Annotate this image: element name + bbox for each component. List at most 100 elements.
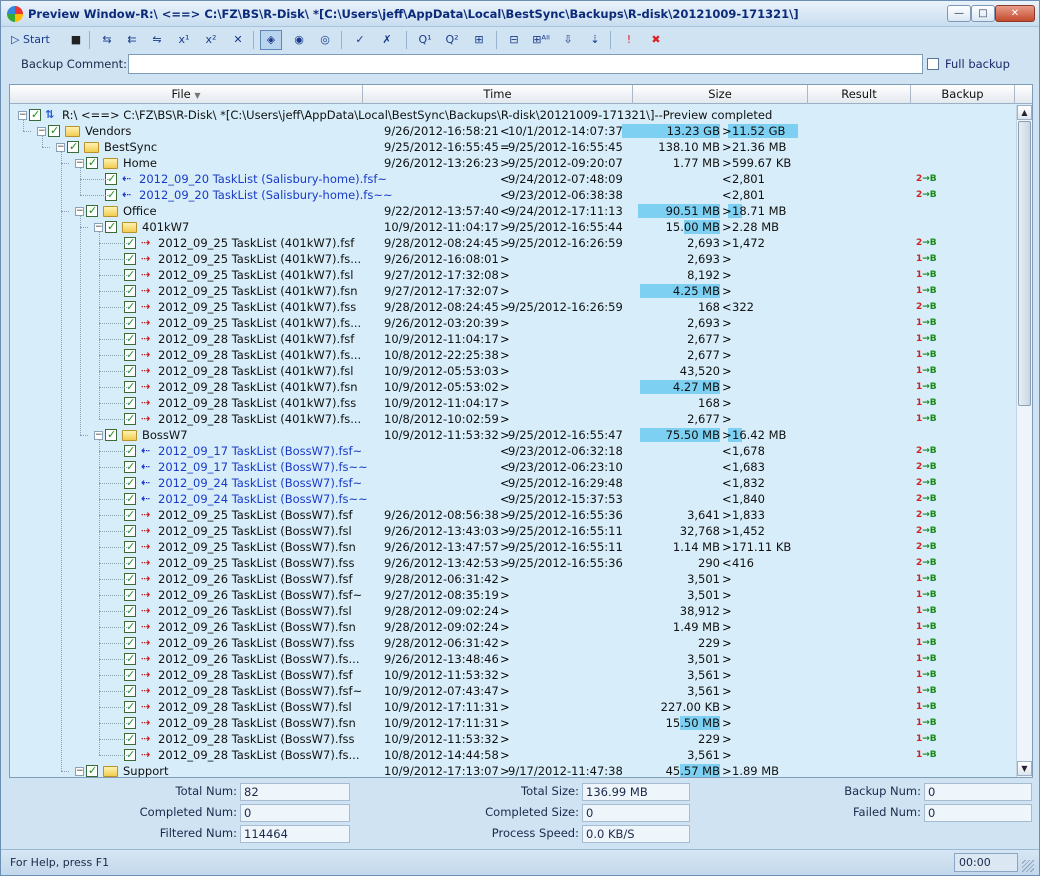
tree-file-row[interactable]: ⇢ 2012_09_28 TaskList (BossW7).fsf~ 10/9/2…	[10, 683, 1017, 699]
goto-down-button[interactable]: ⇩	[557, 30, 579, 50]
tree-file-row[interactable]: ⇢ 2012_09_25 TaskList (401kW7).fsf 9/28/20…	[10, 235, 1017, 251]
check-button[interactable]: ✓	[349, 30, 371, 50]
tree-file-row[interactable]: ⇢ 2012_09_25 TaskList (BossW7).fsl 9/26/20…	[10, 523, 1017, 539]
tree-file-row[interactable]: ⇢ 2012_09_28 TaskList (401kW7).fsl 10/9/20…	[10, 363, 1017, 379]
tree-file-row[interactable]: ⇢ 2012_09_25 TaskList (401kW7).fss 9/28/20…	[10, 299, 1017, 315]
tree-file-row[interactable]: ⇢ 2012_09_26 TaskList (BossW7).fsn 9/28/20…	[10, 619, 1017, 635]
collapse-toggle-icon[interactable]: −	[75, 207, 84, 216]
collapse-toggle-icon[interactable]: −	[75, 159, 84, 168]
tree-file-row[interactable]: ⇠ 2012_09_20 TaskList (Salisbury-home).fs…	[10, 187, 1017, 203]
copy-right-button[interactable]: ⇇	[121, 30, 143, 50]
tree-file-row[interactable]: ⇢ 2012_09_26 TaskList (BossW7).fsl 9/28/20…	[10, 603, 1017, 619]
minimize-button[interactable]: —	[947, 5, 971, 22]
column-file[interactable]: File ▼	[10, 85, 363, 104]
q1-button[interactable]: Q¹	[414, 30, 436, 50]
tree-file-row[interactable]: ⇠ 2012_09_17 TaskList (BossW7).fs~~ <9/23/…	[10, 459, 1017, 475]
row-checkbox[interactable]	[86, 155, 98, 171]
stop-button[interactable]: ■	[65, 30, 87, 50]
tree-file-row[interactable]: ⇠ 2012_09_24 TaskList (BossW7).fsf~ <9/25/…	[10, 475, 1017, 491]
row-checkbox[interactable]	[105, 427, 117, 443]
tree-file-row[interactable]: ⇢ 2012_09_25 TaskList (BossW7).fsf 9/26/20…	[10, 507, 1017, 523]
tree-folder-row[interactable]: − Support 10/9/2012-17:13:07 >9/17/2012-11:…	[10, 763, 1017, 777]
collapse-toggle-icon[interactable]: −	[37, 127, 46, 136]
tree-folder-row[interactable]: − BossW7 10/9/2012-11:53:32 >9/25/2012-16:5…	[10, 427, 1017, 443]
vertical-scrollbar[interactable]: ▲ ▼	[1016, 105, 1032, 777]
tree-root-row[interactable]: − ⇅ R:\ <==> C:\FZ\BS\R-Disk\ *[C:\Users\j…	[10, 107, 1017, 123]
row-checkbox[interactable]	[29, 107, 41, 123]
tree-file-row[interactable]: ⇢ 2012_09_26 TaskList (BossW7).fss 9/28/20…	[10, 635, 1017, 651]
backup-action-icon: 2→B	[916, 526, 937, 536]
x2-button[interactable]: x²	[200, 30, 222, 50]
tree-file-row[interactable]: ⇢ 2012_09_26 TaskList (BossW7).fsf 9/28/20…	[10, 571, 1017, 587]
right-time: 9/23/2012-06:23:10	[508, 460, 623, 474]
tree-file-row[interactable]: ⇢ 2012_09_28 TaskList (BossW7).fsl 10/9/20…	[10, 699, 1017, 715]
tree-file-row[interactable]: ⇠ 2012_09_17 TaskList (BossW7).fsf~ <9/23/…	[10, 443, 1017, 459]
tree-file-row[interactable]: ⇢ 2012_09_25 TaskList (401kW7).fsl 9/27/20…	[10, 267, 1017, 283]
copy-left-right-button[interactable]: ⇆	[96, 30, 118, 50]
close-button[interactable]: ✕	[995, 5, 1035, 22]
collapse-toggle-icon[interactable]: −	[94, 223, 103, 232]
row-checkbox[interactable]	[86, 763, 98, 777]
q2-button[interactable]: Q²	[441, 30, 463, 50]
tree-file-row[interactable]: ⇢ 2012_09_25 TaskList (401kW7).fs... 9/26/…	[10, 251, 1017, 267]
tree-file-row[interactable]: ⇠ 2012_09_24 TaskList (BossW7).fs~~ <9/25/…	[10, 491, 1017, 507]
start-button[interactable]: ▷ Start	[11, 30, 59, 50]
compare-button[interactable]: ⊞	[468, 30, 490, 50]
cancel-button[interactable]: ✖	[645, 30, 667, 50]
expand-button[interactable]: ⊟	[503, 30, 525, 50]
copy-direction-icon: ⇢	[141, 236, 151, 249]
tree-folder-row[interactable]: −BestSync9/25/2012-16:55:45=9/25/2012-16…	[10, 139, 1017, 155]
row-checkbox[interactable]	[67, 139, 79, 155]
tree-file-row[interactable]: ⇢ 2012_09_26 TaskList (BossW7).fs... 9/26/…	[10, 651, 1017, 667]
scroll-down-icon[interactable]: ▼	[1017, 761, 1032, 776]
tree-file-row[interactable]: ⇢ 2012_09_25 TaskList (401kW7).fsn 9/27/20…	[10, 283, 1017, 299]
app-icon	[7, 6, 23, 22]
tree-folder-row[interactable]: −Vendors9/26/2012-16:58:21<10/1/2012-14:…	[10, 123, 1017, 139]
scroll-thumb[interactable]	[1018, 121, 1031, 406]
tree-file-row[interactable]: ⇢ 2012_09_28 TaskList (401kW7).fs... 10/8/…	[10, 411, 1017, 427]
file-name: 2012_09_20 TaskList (Salisbury-home).fs~…	[139, 188, 393, 202]
collapse-toggle-icon[interactable]: −	[56, 143, 65, 152]
delete-button[interactable]: ✕	[227, 30, 249, 50]
uncheck-button[interactable]: ✗	[376, 30, 398, 50]
tree-file-row[interactable]: ⇠ 2012_09_20 TaskList (Salisbury-home).fs…	[10, 171, 1017, 187]
column-size[interactable]: Size	[633, 85, 808, 104]
goto-next-button[interactable]: ⇣	[584, 30, 606, 50]
tree-folder-row[interactable]: − Home 9/26/2012-13:26:23 >9/25/2012-09:20:…	[10, 155, 1017, 171]
column-time[interactable]: Time	[363, 85, 633, 104]
view-changes-button[interactable]: ◈	[260, 30, 282, 50]
full-backup-checkbox[interactable]	[927, 58, 939, 70]
scroll-up-icon[interactable]: ▲	[1017, 105, 1032, 120]
collapse-toggle-icon[interactable]: −	[75, 767, 84, 776]
tree-folder-row[interactable]: −Office9/22/2012-13:57:40<9/24/2012-17:1…	[10, 203, 1017, 219]
tree-file-row[interactable]: ⇢ 2012_09_28 TaskList (401kW7).fsn 10/9/20…	[10, 379, 1017, 395]
exchange-button[interactable]: ⇋	[146, 30, 168, 50]
collapse-toggle-icon[interactable]: −	[94, 431, 103, 440]
view-all-button[interactable]: ◉	[288, 30, 310, 50]
row-checkbox[interactable]	[105, 219, 117, 235]
tree-file-row[interactable]: ⇢ 2012_09_28 TaskList (BossW7).fss 10/9/20…	[10, 731, 1017, 747]
tree-file-row[interactable]: ⇢ 2012_09_28 TaskList (BossW7).fsf 10/9/20…	[10, 667, 1017, 683]
tree-folder-row[interactable]: − 401kW7 10/9/2012-11:04:17 >9/25/2012-16:5…	[10, 219, 1017, 235]
column-backup[interactable]: Backup	[911, 85, 1015, 104]
tree-file-row[interactable]: ⇢ 2012_09_28 TaskList (401kW7).fss 10/9/20…	[10, 395, 1017, 411]
view-filter-button[interactable]: ◎	[314, 30, 336, 50]
backup-comment-input[interactable]	[128, 54, 923, 74]
tree-file-row[interactable]: ⇢ 2012_09_25 TaskList (BossW7).fss 9/26/20…	[10, 555, 1017, 571]
row-checkbox[interactable]	[86, 203, 98, 219]
error-button[interactable]: !	[618, 30, 640, 50]
row-checkbox[interactable]	[48, 123, 60, 139]
collapse-toggle-icon[interactable]: −	[18, 111, 27, 120]
tree-file-row[interactable]: ⇢ 2012_09_25 TaskList (401kW7).fs... 9/26/…	[10, 315, 1017, 331]
tree-file-row[interactable]: ⇢ 2012_09_28 TaskList (BossW7).fsn 10/9/20…	[10, 715, 1017, 731]
tree-file-row[interactable]: ⇢ 2012_09_28 TaskList (401kW7).fs... 10/8/…	[10, 347, 1017, 363]
maximize-button[interactable]: □	[971, 5, 995, 22]
resize-grip-icon[interactable]	[1022, 860, 1034, 872]
tree-file-row[interactable]: ⇢ 2012_09_26 TaskList (BossW7).fsf~ 9/27/2…	[10, 587, 1017, 603]
tree-file-row[interactable]: ⇢ 2012_09_25 TaskList (BossW7).fsn 9/26/20…	[10, 539, 1017, 555]
tree-file-row[interactable]: ⇢ 2012_09_28 TaskList (401kW7).fsf 10/9/20…	[10, 331, 1017, 347]
expand-all-button[interactable]: ⊞ᴬˡˡ	[530, 30, 552, 50]
column-result[interactable]: Result	[808, 85, 911, 104]
x1-button[interactable]: x¹	[173, 30, 195, 50]
tree-file-row[interactable]: ⇢ 2012_09_28 TaskList (BossW7).fs... 10/8/…	[10, 747, 1017, 763]
